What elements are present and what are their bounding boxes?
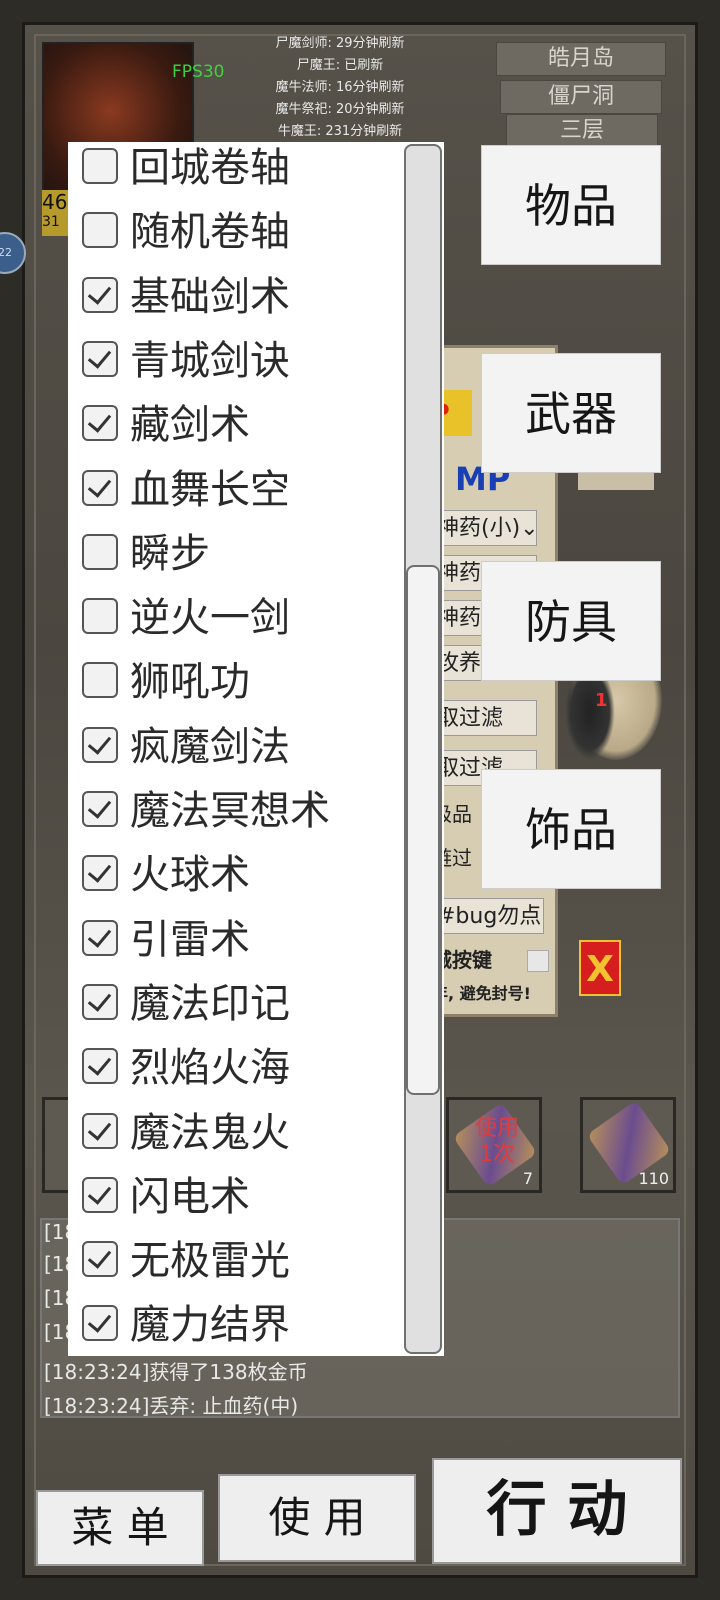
checkbox-checked[interactable] (82, 1112, 118, 1149)
checkbox-checked[interactable] (82, 405, 118, 442)
boss-timer: 魔牛法师: 16分钟刷新 (275, 80, 405, 95)
shortcut-checkbox[interactable] (527, 950, 549, 972)
boss-timer: 尸魔王: 已刷新 (296, 58, 384, 73)
filter-item[interactable]: 回城卷轴 (68, 142, 398, 200)
checkbox-unchecked[interactable] (82, 212, 118, 249)
boss-timer: 魔牛祭祀: 20分钟刷新 (275, 102, 405, 117)
close-button[interactable]: X (579, 940, 621, 996)
checkbox-checked[interactable] (82, 1048, 118, 1085)
filter-item[interactable]: 魔法冥想术 (68, 779, 398, 843)
slot-use-label: 使用 1次 (474, 1116, 519, 1167)
checkbox-unchecked[interactable] (82, 662, 118, 699)
filter-item-label: 血舞长空 (130, 466, 290, 513)
filter-item[interactable]: 逆火一剑 (68, 586, 398, 650)
filter-item-label: 回城卷轴 (130, 145, 290, 191)
checkbox-checked[interactable] (82, 791, 118, 827)
checkbox-checked[interactable] (82, 919, 118, 956)
filter-item[interactable]: 藏剑术 (68, 393, 398, 457)
filter-item[interactable]: 魔法鬼火 (68, 1101, 398, 1165)
potion-select[interactable]: 神药(小)⌄ (432, 510, 537, 546)
location-floor[interactable]: 三层 (506, 114, 658, 148)
filter-item-label: 瞬步 (130, 530, 210, 577)
checkbox-unchecked[interactable] (82, 148, 118, 184)
filter-item-label: 魔力结界 (130, 1302, 290, 1349)
checkbox-checked[interactable] (82, 1241, 118, 1278)
filter-item[interactable]: 青城剑诀 (68, 329, 398, 393)
filter-item[interactable]: 魔力结界 (68, 1293, 398, 1356)
checkbox-unchecked[interactable] (82, 598, 118, 635)
filter-item-label: 魔法印记 (130, 980, 290, 1027)
category-accessories-button[interactable]: 饰品 (481, 769, 661, 889)
use-button[interactable]: 使 用 (218, 1474, 416, 1562)
skill-filter-list[interactable]: 回城卷轴随机卷轴基础剑术青城剑诀藏剑术血舞长空瞬步逆火一剑狮吼功疯魔剑法魔法冥想… (68, 142, 444, 1356)
filter-item[interactable]: 疯魔剑法 (68, 715, 398, 779)
location-map[interactable]: 皓月岛 (496, 42, 666, 76)
filter-button[interactable]: 取过滤 (432, 700, 537, 736)
filter-item[interactable]: 狮吼功 (68, 650, 398, 714)
filter-item-label: 疯魔剑法 (130, 723, 290, 770)
filter-item[interactable]: 闪电术 (68, 1165, 398, 1229)
filter-item-label: 逆火一剑 (130, 595, 290, 642)
boss-timer: 尸魔剑师: 29分钟刷新 (275, 36, 405, 51)
filter-item-label: 随机卷轴 (130, 209, 290, 256)
category-armor-button[interactable]: 防具 (481, 561, 661, 681)
filter-item[interactable]: 引雷术 (68, 908, 398, 972)
filter-item[interactable]: 无极雷光 (68, 1229, 398, 1293)
filter-item[interactable]: 魔法印记 (68, 972, 398, 1036)
location-area[interactable]: 僵尸洞 (500, 80, 662, 114)
filter-item-label: 烈焰火海 (130, 1045, 290, 1092)
checkbox-unchecked[interactable] (82, 533, 118, 570)
filter-item[interactable]: 火球术 (68, 843, 398, 907)
filter-item-label: 藏剑术 (130, 402, 250, 449)
filter-item-label: 无极雷光 (130, 1238, 290, 1285)
filter-item-label: 基础剑术 (130, 273, 290, 320)
category-weapons-button[interactable]: 武器 (481, 353, 661, 473)
filter-item-label: 引雷术 (130, 916, 250, 963)
scrollbar-thumb[interactable] (406, 565, 440, 1096)
checkbox-checked[interactable] (82, 1176, 118, 1213)
filter-item-label: 闪电术 (130, 1173, 250, 1220)
filter-item-label: 青城剑诀 (130, 337, 290, 384)
filter-item[interactable]: 血舞长空 (68, 458, 398, 522)
checkbox-checked[interactable] (82, 469, 118, 506)
warning-text: 年, 避免封号! (432, 984, 531, 1003)
slot-count: 7 (522, 1169, 533, 1188)
checkbox-checked[interactable] (82, 726, 118, 763)
checkbox-checked[interactable] (82, 276, 118, 313)
filter-item[interactable]: 烈焰火海 (68, 1036, 398, 1100)
log-line: [18:23:24]丢弃: 止血药(中) (44, 1394, 299, 1418)
filter-item-label: 魔法冥想术 (130, 788, 330, 834)
checkbox-checked[interactable] (82, 1305, 118, 1342)
filter-item[interactable]: 瞬步 (68, 522, 398, 586)
category-items-button[interactable]: 物品 (481, 145, 661, 265)
action-button[interactable]: 行 动 (432, 1458, 682, 1564)
menu-button[interactable]: 菜 单 (36, 1490, 204, 1566)
slot-count: 110 (638, 1169, 669, 1188)
filter-item[interactable]: 基础剑术 (68, 265, 398, 329)
checkbox-checked[interactable] (82, 983, 118, 1020)
filter-item-label: 狮吼功 (130, 659, 250, 706)
filter-item-label: 魔法鬼火 (130, 1109, 290, 1156)
bug-button[interactable]: #bug勿点) (432, 898, 544, 934)
fps-counter: FPS30 (172, 62, 225, 82)
item-slot-scroll[interactable]: 110 (580, 1097, 676, 1193)
enemy-label: 1 (595, 690, 608, 711)
filter-item-label: 火球术 (130, 852, 250, 899)
filter-item[interactable]: 随机卷轴 (68, 200, 398, 264)
checkbox-checked[interactable] (82, 855, 118, 892)
item-slot-scroll[interactable]: 使用 1次 7 (446, 1097, 542, 1193)
log-line: [18:23:24]获得了138枚金币 (44, 1360, 308, 1384)
boss-timer: 牛魔王: 231分钟刷新 (277, 124, 403, 139)
checkbox-checked[interactable] (82, 340, 118, 377)
